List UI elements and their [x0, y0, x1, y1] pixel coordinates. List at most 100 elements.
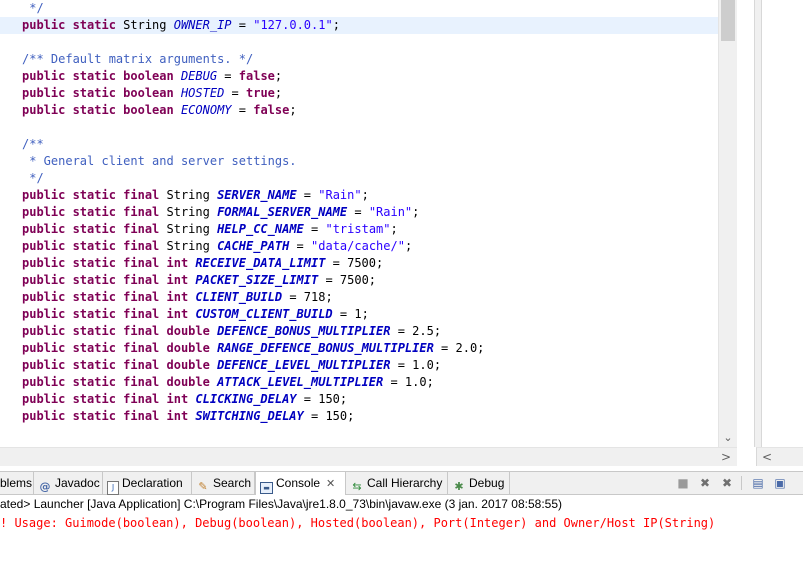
code-line[interactable]: public static boolean HOSTED = true;	[0, 85, 718, 102]
keyword-token: false	[238, 69, 275, 83]
code-token: ;	[274, 86, 283, 100]
keyword-token: false	[253, 103, 290, 117]
code-token: = 718;	[282, 290, 333, 304]
code-line[interactable]: public static final String CACHE_PATH = …	[0, 238, 718, 255]
code-editor[interactable]: */ public static String OWNER_IP = "127.0…	[0, 0, 737, 447]
code-token: =	[303, 222, 326, 236]
remove-launch-icon[interactable]: ✖	[697, 475, 713, 491]
code-line[interactable]: public static boolean ECONOMY = false;	[0, 102, 718, 119]
code-line[interactable]: */	[0, 170, 718, 187]
remove-all-launches-icon[interactable]: ✖	[719, 475, 735, 491]
code-line[interactable]: public static final int RECEIVE_DATA_LIM…	[0, 255, 718, 272]
editor-horizontal-scrollbar[interactable]: >	[0, 447, 737, 466]
code-token: = 1;	[332, 307, 369, 321]
code-line[interactable]: /** Default matrix arguments. */	[0, 51, 718, 68]
code-lines[interactable]: */ public static String OWNER_IP = "127.0…	[0, 0, 718, 425]
code-line[interactable]: public static boolean DEBUG = false;	[0, 68, 718, 85]
comment-token: * General client and server settings.	[22, 154, 297, 168]
code-line[interactable]: public static final double RANGE_DEFENCE…	[0, 340, 718, 357]
code-token: ;	[289, 103, 297, 117]
tab-call-hierarchy[interactable]: ⇆ Call Hierarchy	[346, 472, 448, 494]
outline-horizontal-scrollbar[interactable]: <	[756, 447, 803, 466]
keyword-token: public static final	[22, 188, 167, 202]
tab-declaration-label: Declaration	[122, 476, 183, 490]
code-line[interactable]: /**	[0, 136, 718, 153]
tab-declaration[interactable]: J Declaration	[103, 472, 192, 495]
comment-token: /** Default matrix arguments. */	[22, 52, 254, 66]
tab-console[interactable]: ▬ Console ✕	[255, 472, 346, 495]
code-line[interactable]: public static final double ATTACK_LEVEL_…	[0, 374, 718, 391]
terminate-icon[interactable]: ■	[675, 475, 691, 491]
code-token: =	[217, 69, 239, 83]
tab-search[interactable]: ✎ Search	[192, 472, 255, 494]
outline-scrollbar[interactable]	[754, 0, 762, 447]
constant-token: SERVER_NAME	[217, 188, 297, 202]
code-line[interactable]: public static final int CLICKING_DELAY =…	[0, 391, 718, 408]
keyword-token: public static final int	[22, 273, 196, 287]
code-token: ;	[332, 18, 340, 32]
scroll-left-icon[interactable]: <	[760, 448, 774, 466]
scrollbar-thumb[interactable]	[721, 0, 735, 41]
constant-token: ATTACK_LEVEL_MULTIPLIER	[217, 375, 384, 389]
code-line[interactable]	[0, 119, 718, 136]
code-line[interactable]: public static final double DEFENCE_BONUS…	[0, 323, 718, 340]
code-line[interactable]: */	[0, 0, 718, 17]
keyword-token: public static final int	[22, 307, 196, 321]
console-launch-description: ated> Launcher [Java Application] C:\Pro…	[0, 495, 803, 513]
code-line[interactable]: public static final int CLIENT_BUILD = 7…	[0, 289, 718, 306]
debug-icon: ✱	[454, 480, 464, 493]
code-token: = 7500;	[325, 256, 384, 270]
constant-token: CLIENT_BUILD	[195, 290, 283, 304]
keyword-token: public static final double	[22, 375, 218, 389]
code-token: = 7500;	[318, 273, 377, 287]
tab-problems-label: blems	[0, 476, 33, 490]
constant-token: DEBUG	[180, 69, 218, 83]
scroll-down-icon[interactable]: ⌄	[719, 429, 737, 447]
close-icon[interactable]: ✕	[326, 477, 335, 490]
tab-javadoc-label: Javadoc	[55, 476, 100, 490]
constant-token: CLICKING_DELAY	[195, 392, 297, 406]
code-line[interactable]: public static final String FORMAL_SERVER…	[0, 204, 718, 221]
code-token: String	[166, 222, 218, 236]
code-line[interactable]: public static final String HELP_CC_NAME …	[0, 221, 718, 238]
keyword-token: public static final int	[22, 409, 196, 423]
constant-token: RANGE_DEFENCE_BONUS_MULTIPLIER	[217, 341, 434, 355]
scroll-right-icon[interactable]: >	[719, 448, 733, 466]
console-output[interactable]: ! Usage: Guimode(boolean), Debug(boolean…	[0, 513, 803, 580]
code-token: ;	[274, 69, 283, 83]
outline-panel	[737, 0, 803, 447]
search-icon: ✎	[198, 480, 208, 493]
code-line[interactable]: * General client and server settings.	[0, 153, 718, 170]
keyword-token: public static	[22, 18, 124, 32]
code-line[interactable]: public static final String SERVER_NAME =…	[0, 187, 718, 204]
constant-token: FORMAL_SERVER_NAME	[217, 205, 348, 219]
editor-vertical-scrollbar[interactable]: ⌄	[718, 0, 737, 447]
code-line[interactable]: public static final int CUSTOM_CLIENT_BU…	[0, 306, 718, 323]
string-token: "tristam"	[325, 222, 391, 236]
keyword-token: public static final	[22, 205, 167, 219]
toolbar-separator	[741, 476, 742, 490]
code-line[interactable]: public static final double DEFENCE_LEVEL…	[0, 357, 718, 374]
keyword-token: public static final double	[22, 324, 218, 338]
keyword-token: public static final	[22, 222, 167, 236]
code-token: String	[123, 18, 174, 32]
code-line[interactable]: public static final int PACKET_SIZE_LIMI…	[0, 272, 718, 289]
tab-debug[interactable]: ✱ Debug	[448, 472, 510, 494]
keyword-token: public static final double	[22, 341, 218, 355]
scroll-lock-icon[interactable]: ▤	[750, 475, 766, 491]
code-token: ;	[361, 188, 369, 202]
code-token: =	[296, 188, 319, 202]
keyword-token: public static final double	[22, 358, 218, 372]
code-token: =	[289, 239, 312, 253]
code-line[interactable]: public static final int SWITCHING_DELAY …	[0, 408, 718, 425]
constant-token: OWNER_IP	[173, 18, 232, 32]
code-token: = 1.0;	[383, 375, 434, 389]
tab-javadoc[interactable]: @ Javadoc	[34, 472, 103, 494]
pin-console-icon[interactable]: ▣	[772, 475, 788, 491]
code-token: =	[231, 103, 254, 117]
code-line[interactable]	[0, 34, 718, 51]
code-token: String	[166, 188, 218, 202]
current-code-line[interactable]: public static String OWNER_IP = "127.0.0…	[0, 17, 718, 34]
tab-problems[interactable]: blems	[0, 472, 34, 494]
console-error-line: ! Usage: Guimode(boolean), Debug(boolean…	[0, 516, 716, 530]
